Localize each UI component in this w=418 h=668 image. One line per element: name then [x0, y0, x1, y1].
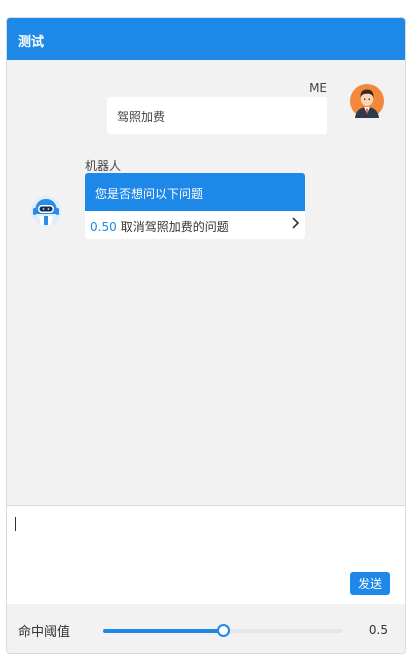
bot-prompt: 您是否想问以下问题	[85, 173, 305, 211]
threshold-slider-handle[interactable]	[216, 624, 230, 637]
chevron-right-icon	[292, 217, 300, 229]
suggestion-score: 0.50	[90, 220, 117, 234]
user-message-bubble: 驾照加费	[107, 97, 327, 134]
suggestion-text: 取消驾照加费的问题	[120, 220, 229, 234]
bot-message-card: 您是否想问以下问题 0.50 取消驾照加费的问题	[85, 173, 305, 239]
bot-sender-label: 机器人	[85, 159, 122, 173]
threshold-slider[interactable]	[103, 624, 342, 637]
threshold-bar: 命中阈值 0.5	[7, 604, 405, 653]
threshold-value: 0.5	[368, 623, 388, 637]
send-button[interactable]: 发送	[350, 572, 390, 595]
message-input-area: 发送	[7, 505, 405, 605]
chat-history: ME 驾照加费 机器人 您是否想问以下问题 0.50 取消驾照加费的问题	[7, 60, 405, 505]
panel-title: 测试	[18, 35, 45, 50]
user-avatar-icon	[350, 84, 384, 118]
suggestion-item[interactable]: 0.50 取消驾照加费的问题	[85, 211, 305, 239]
chat-test-panel: 测试 ME 驾照加费 机器人 您是否想问以下问题 0.50 取消驾照加费的问题 …	[6, 17, 406, 654]
threshold-slider-fill	[103, 629, 223, 633]
threshold-label: 命中阈值	[18, 625, 71, 640]
user-sender-label: ME	[309, 81, 327, 95]
robot-avatar-icon	[31, 196, 61, 226]
text-caret	[15, 517, 16, 531]
panel-header: 测试	[7, 18, 405, 60]
message-input[interactable]	[13, 512, 403, 572]
